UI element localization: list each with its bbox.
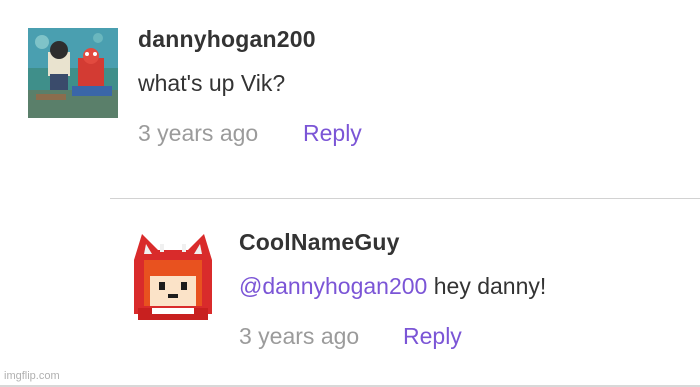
mention-link[interactable]: @dannyhogan200 [239, 273, 427, 299]
red-hood-character-avatar-icon [128, 230, 218, 320]
avatar[interactable] [128, 230, 218, 320]
reply-button[interactable]: Reply [403, 323, 462, 350]
comment-2: CoolNameGuy @dannyhogan200 hey danny! 3 … [0, 0, 700, 387]
comment-text: @dannyhogan200 hey danny! [239, 273, 546, 300]
watermark: imgflip.com [4, 370, 60, 382]
comment-body: hey danny! [427, 273, 547, 299]
username[interactable]: CoolNameGuy [239, 229, 400, 256]
timestamp: 3 years ago [239, 323, 360, 349]
